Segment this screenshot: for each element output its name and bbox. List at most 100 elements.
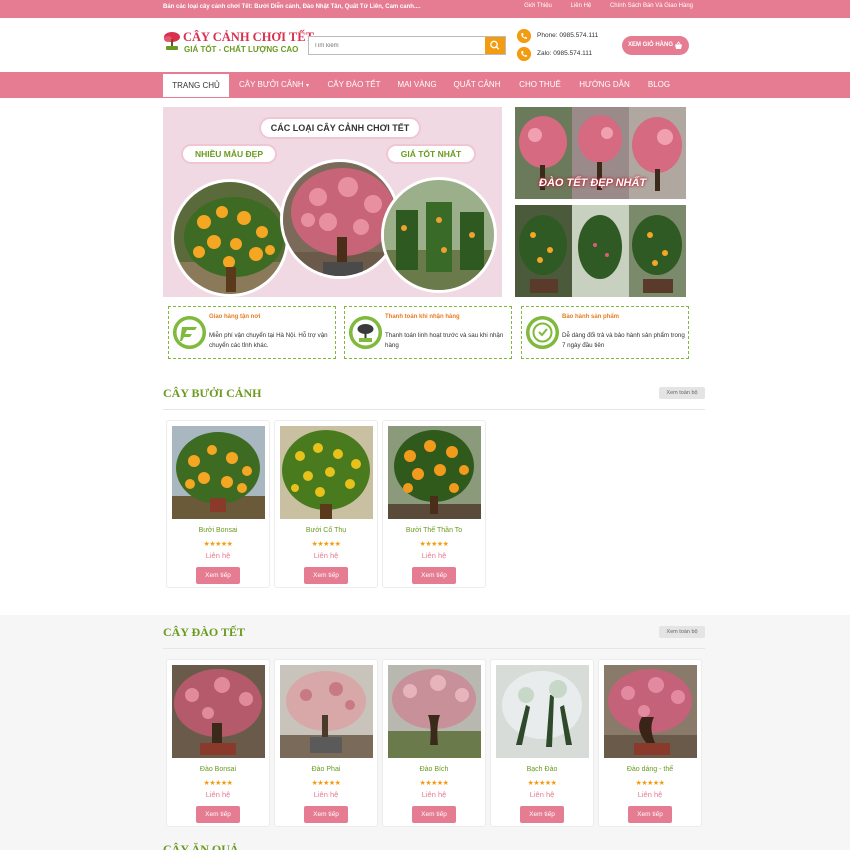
- nav-label-home: TRANG CHỦ: [172, 81, 220, 90]
- product-image[interactable]: [496, 665, 589, 758]
- product-card[interactable]: Bưởi Cổ Thụ ★★★★★ Liên hệ Xem tiếp: [274, 420, 378, 588]
- section-title-buoi-canh[interactable]: CÂY BƯỞI CẢNH: [163, 386, 261, 401]
- product-price: Liên hệ: [205, 790, 231, 799]
- product-rating: ★★★★★: [203, 780, 233, 787]
- money-tree-icon: [349, 316, 382, 349]
- view-all-buoi-canh[interactable]: Xem toàn bộ: [659, 387, 705, 399]
- product-image[interactable]: [172, 426, 265, 519]
- product-name[interactable]: Bưởi Thế Thần To: [383, 527, 485, 534]
- top-link-about[interactable]: Giới Thiệu: [524, 3, 552, 9]
- product-card[interactable]: Đào dáng - thế ★★★★★ Liên hệ Xem tiếp: [598, 659, 702, 827]
- read-more-button[interactable]: Xem tiếp: [196, 806, 240, 823]
- logo-name: CÂY CẢNH CHƠI TẾT: [183, 30, 314, 44]
- product-image[interactable]: [280, 426, 373, 519]
- feature-title-warranty: Bảo hành sản phẩm: [562, 314, 620, 320]
- nav-item-quat-canh[interactable]: QUẤT CẢNH: [446, 72, 508, 98]
- top-link-contact[interactable]: Liên Hệ: [571, 3, 592, 9]
- phone-number[interactable]: Phone: 0985.574.111: [537, 32, 598, 39]
- product-rating: ★★★★★: [419, 780, 449, 787]
- read-more-button[interactable]: Xem tiếp: [412, 567, 456, 584]
- product-name[interactable]: Bạch Đào: [491, 766, 593, 773]
- contact-info: Phone: 0985.574.111 Zalo: 0985.574.111: [517, 28, 617, 64]
- header: CÂY CẢNH CHƠI TẾT GIÁ TỐT - CHẤT LƯỢNG C…: [0, 18, 850, 72]
- banner-photo-quat: [381, 177, 497, 293]
- product-image[interactable]: [604, 665, 697, 758]
- logo-slogan: GIÁ TỐT - CHẤT LƯỢNG CAO: [184, 45, 299, 54]
- nav-item-mai-vang[interactable]: MAI VÀNG: [390, 72, 444, 98]
- banner-photo-buoi: [171, 179, 289, 297]
- view-cart-button[interactable]: XEM GIỎ HÀNG: [622, 36, 689, 55]
- nav-label-mai-vang: MAI VÀNG: [397, 80, 437, 89]
- product-image[interactable]: [172, 665, 265, 758]
- read-more-button[interactable]: Xem tiếp: [304, 567, 348, 584]
- product-image[interactable]: [388, 426, 481, 519]
- product-name[interactable]: Đào Bích: [383, 766, 485, 773]
- product-card[interactable]: Đào Phai ★★★★★ Liên hệ Xem tiếp: [274, 659, 378, 827]
- read-more-button[interactable]: Xem tiếp: [628, 806, 672, 823]
- nav-label-buoi-canh: CÂY BƯỞI CẢNH: [239, 80, 304, 89]
- feature-warranty: Bảo hành sản phẩm Dễ dàng đổi trả và bảo…: [521, 306, 689, 359]
- section-title-dao-tet[interactable]: CÂY ĐÀO TẾT: [163, 625, 245, 640]
- zalo-number[interactable]: Zalo: 0985.574.111: [537, 50, 592, 57]
- read-more-button[interactable]: Xem tiếp: [304, 806, 348, 823]
- product-name[interactable]: Đào dáng - thế: [599, 766, 701, 773]
- section-title-an-qua[interactable]: CÂY ĂN QUẢ: [163, 842, 239, 850]
- read-more-button[interactable]: Xem tiếp: [412, 806, 456, 823]
- top-link-policy[interactable]: Chính Sách Bán Và Giao Hàng: [610, 3, 693, 9]
- product-card[interactable]: Bưởi Thế Thần To ★★★★★ Liên hệ Xem tiếp: [382, 420, 486, 588]
- view-cart-label: XEM GIỎ HÀNG: [628, 42, 674, 48]
- banner-headline: CÁC LOẠI CÂY CẢNH CHƠI TẾT: [259, 117, 421, 139]
- product-card[interactable]: Bạch Đào ★★★★★ Liên hệ Xem tiếp: [490, 659, 594, 827]
- search-icon: [490, 40, 500, 50]
- product-price: Liên hệ: [205, 551, 231, 560]
- feature-payment: Thanh toán khi nhận hàng Thanh toán linh…: [344, 306, 512, 359]
- product-card[interactable]: Bưởi Bonsai ★★★★★ Liên hệ Xem tiếp: [166, 420, 270, 588]
- banner-pill-price: GIÁ TỐT NHẤT: [386, 144, 476, 164]
- product-card[interactable]: Đào Bích ★★★★★ Liên hệ Xem tiếp: [382, 659, 486, 827]
- banner-pill-designs: NHIỀU MẪU ĐẸP: [181, 144, 277, 164]
- delivery-icon: [173, 316, 206, 349]
- search-input[interactable]: [309, 37, 485, 54]
- site-tagline: Bán các loại cây cảnh chơi Tết: Bưởi Diễ…: [163, 4, 421, 10]
- feature-desc-delivery: Miễn phí vận chuyển tại Hà Nội. Hỗ trợ v…: [209, 332, 328, 349]
- search-button[interactable]: [485, 37, 505, 54]
- nav-item-cho-thue[interactable]: CHO THUÊ: [510, 72, 570, 98]
- view-all-dao-tet[interactable]: Xem toàn bộ: [659, 626, 705, 638]
- nav-label-huong-dan: HƯỚNG DẪN: [579, 80, 630, 89]
- top-bar: Bán các loại cây cảnh chơi Tết: Bưởi Diễ…: [0, 0, 850, 18]
- top-links: Giới Thiệu Liên Hệ Chính Sách Bán Và Gia…: [507, 3, 693, 9]
- side-promo-dao[interactable]: ĐÀO TẾT ĐẸP NHẤT: [515, 107, 686, 199]
- product-card[interactable]: Đào Bonsai ★★★★★ Liên hệ Xem tiếp: [166, 659, 270, 827]
- shopping-basket-icon: [675, 41, 682, 49]
- nav-label-quat-canh: QUẤT CẢNH: [453, 80, 501, 89]
- nav-item-buoi-canh[interactable]: CÂY BƯỞI CẢNH ▾: [230, 72, 318, 98]
- hero-banner[interactable]: CÁC LOẠI CÂY CẢNH CHƠI TẾT NHIỀU MẪU ĐẸP…: [163, 107, 502, 297]
- product-rating: ★★★★★: [635, 780, 665, 787]
- side-promo-quat[interactable]: [515, 205, 686, 297]
- product-name[interactable]: Đào Bonsai: [167, 766, 269, 773]
- product-price: Liên hệ: [421, 790, 447, 799]
- side-promo-caption: ĐÀO TẾT ĐẸP NHẤT: [539, 177, 647, 189]
- section-divider: [163, 409, 705, 410]
- nav-item-huong-dan[interactable]: HƯỚNG DẪN: [572, 72, 637, 98]
- product-name[interactable]: Bưởi Bonsai: [167, 527, 269, 534]
- product-rating: ★★★★★: [311, 541, 341, 548]
- read-more-button[interactable]: Xem tiếp: [520, 806, 564, 823]
- product-name[interactable]: Bưởi Cổ Thụ: [275, 527, 377, 534]
- nav-label-cho-thue: CHO THUÊ: [519, 80, 561, 89]
- product-price: Liên hệ: [529, 790, 555, 799]
- section-divider: [163, 648, 705, 649]
- nav-item-home[interactable]: TRANG CHỦ: [163, 74, 229, 97]
- nav-item-blog[interactable]: BLOG: [640, 72, 678, 98]
- product-image[interactable]: [280, 665, 373, 758]
- product-rating: ★★★★★: [203, 541, 233, 548]
- product-name[interactable]: Đào Phai: [275, 766, 377, 773]
- product-price: Liên hệ: [637, 790, 663, 799]
- site-logo[interactable]: CÂY CẢNH CHƠI TẾT GIÁ TỐT - CHẤT LƯỢNG C…: [163, 28, 314, 58]
- read-more-button[interactable]: Xem tiếp: [196, 567, 240, 584]
- feature-desc-warranty: Dễ dàng đổi trả và bảo hành sản phẩm tro…: [562, 332, 685, 349]
- product-image[interactable]: [388, 665, 481, 758]
- main-navigation: TRANG CHỦ CÂY BƯỞI CẢNH ▾ CÂY ĐÀO TẾT MA…: [0, 72, 850, 98]
- nav-item-dao-tet[interactable]: CÂY ĐÀO TẾT: [320, 72, 388, 98]
- feature-title-payment: Thanh toán khi nhận hàng: [385, 314, 460, 320]
